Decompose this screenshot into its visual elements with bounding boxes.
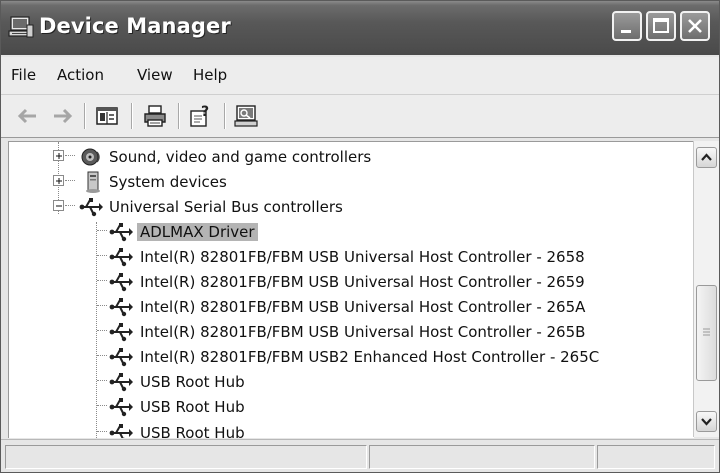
tree-item-label: Intel(R) 82801FB/FBM USB Universal Host …	[140, 248, 585, 266]
back-arrow-icon[interactable]	[15, 103, 41, 129]
expand-plus-icon[interactable]	[53, 175, 64, 186]
usb-icon	[109, 373, 133, 392]
print-icon[interactable]	[142, 103, 168, 129]
tree-item-usb-host-controller[interactable]: Intel(R) 82801FB/FBM USB Universal Host …	[9, 320, 694, 344]
tree-item-label: Intel(R) 82801FB/FBM USB Universal Host …	[140, 298, 586, 316]
status-pane	[5, 445, 367, 469]
tree-item-label: System devices	[109, 173, 227, 191]
tree-item-usb-host-controller[interactable]: Intel(R) 82801FB/FBM USB Universal Host …	[9, 295, 694, 319]
scroll-up-button[interactable]	[696, 147, 717, 168]
tree-item-label: USB Root Hub	[140, 373, 245, 391]
scroll-down-button[interactable]	[696, 411, 717, 432]
usb-icon	[109, 348, 133, 367]
tree-connector	[97, 280, 107, 281]
usb-icon	[109, 248, 133, 267]
title-bar[interactable]: Device Manager	[1, 1, 719, 55]
chevron-down-icon	[701, 418, 712, 426]
toolbar-separator	[224, 103, 226, 129]
tree-item-label: Intel(R) 82801FB/FBM USB Universal Host …	[140, 323, 586, 341]
tree-item-usb-root-hub[interactable]: USB Root Hub	[9, 370, 694, 394]
tree-connector	[97, 380, 107, 381]
chevron-up-icon	[701, 153, 712, 161]
tree-item-usb-root-hub[interactable]: USB Root Hub	[9, 421, 694, 438]
toolbar-separator	[84, 103, 86, 129]
tree-item-sound[interactable]: Sound, video and game controllers	[9, 145, 694, 169]
show-hide-console-tree-icon[interactable]	[94, 103, 120, 129]
tree-connector	[97, 405, 107, 406]
tree-item-label: Intel(R) 82801FB/FBM USB Universal Host …	[140, 273, 585, 291]
tree-item-label: USB Root Hub	[140, 398, 245, 416]
tree-item-usb-controllers[interactable]: Universal Serial Bus controllers	[9, 195, 694, 219]
usb-icon	[109, 298, 133, 317]
tree-connector	[65, 205, 75, 206]
menu-bar: File Action View Help	[1, 57, 719, 95]
window-title: Device Manager	[39, 14, 231, 38]
tree-item-label: USB Root Hub	[140, 424, 245, 438]
tree-connector	[97, 255, 107, 256]
tree-connector	[97, 431, 107, 432]
tree-item-system-devices[interactable]: System devices	[9, 170, 694, 194]
minimize-icon	[621, 30, 631, 33]
usb-icon	[109, 424, 133, 438]
maximize-button[interactable]	[646, 11, 676, 41]
tree-connector	[65, 155, 75, 156]
scan-hardware-icon[interactable]	[233, 103, 259, 129]
usb-icon	[109, 398, 133, 417]
tree-item-adlmax-driver[interactable]: ADLMAX Driver	[9, 220, 694, 244]
collapse-minus-icon[interactable]	[53, 200, 64, 211]
usb-icon	[109, 223, 133, 242]
tree-item-usb2-enhanced-controller[interactable]: Intel(R) 82801FB/FBM USB2 Enhanced Host …	[9, 345, 694, 369]
toolbar: ?	[1, 95, 719, 138]
status-pane	[597, 445, 715, 469]
tree-item-label: ADLMAX Driver	[137, 223, 258, 241]
device-manager-window: Device Manager File Action View Help ? S…	[0, 0, 720, 473]
forward-arrow-icon[interactable]	[49, 103, 75, 129]
usb-icon	[109, 323, 133, 342]
tree-connector	[97, 305, 107, 306]
grip-icon	[703, 328, 710, 336]
computer-icon	[86, 171, 100, 193]
usb-icon	[79, 198, 103, 217]
menu-file[interactable]: File	[11, 66, 36, 84]
toolbar-separator	[178, 103, 180, 129]
svg-text:?: ?	[201, 104, 209, 120]
close-button[interactable]	[680, 11, 710, 41]
tree-item-usb-root-hub[interactable]: USB Root Hub	[9, 395, 694, 419]
tree-connector	[65, 180, 75, 181]
toolbar-separator	[131, 103, 133, 129]
tree-item-usb-host-controller[interactable]: Intel(R) 82801FB/FBM USB Universal Host …	[9, 245, 694, 269]
speaker-icon	[81, 148, 100, 166]
status-pane	[369, 445, 595, 469]
menu-action[interactable]: Action	[57, 66, 104, 84]
close-icon	[688, 19, 702, 33]
device-tree[interactable]: Sound, video and game controllers System…	[8, 141, 694, 438]
tree-connector	[97, 330, 107, 331]
tree-connector	[97, 230, 107, 231]
vertical-scrollbar[interactable]	[693, 141, 719, 437]
usb-icon	[109, 273, 133, 292]
tree-item-usb-host-controller[interactable]: Intel(R) 82801FB/FBM USB Universal Host …	[9, 270, 694, 294]
menu-help[interactable]: Help	[193, 66, 227, 84]
tree-item-label: Universal Serial Bus controllers	[109, 198, 343, 216]
scrollbar-thumb[interactable]	[696, 285, 717, 381]
device-manager-icon	[8, 16, 34, 38]
tree-item-label: Intel(R) 82801FB/FBM USB2 Enhanced Host …	[140, 348, 600, 366]
tree-item-label: Sound, video and game controllers	[109, 148, 372, 166]
properties-help-icon[interactable]: ?	[188, 103, 214, 129]
tree-connector	[97, 355, 107, 356]
status-bar	[1, 439, 719, 472]
maximize-icon	[653, 18, 669, 33]
expand-plus-icon[interactable]	[53, 150, 64, 161]
minimize-button[interactable]	[612, 11, 642, 41]
menu-view[interactable]: View	[137, 66, 173, 84]
